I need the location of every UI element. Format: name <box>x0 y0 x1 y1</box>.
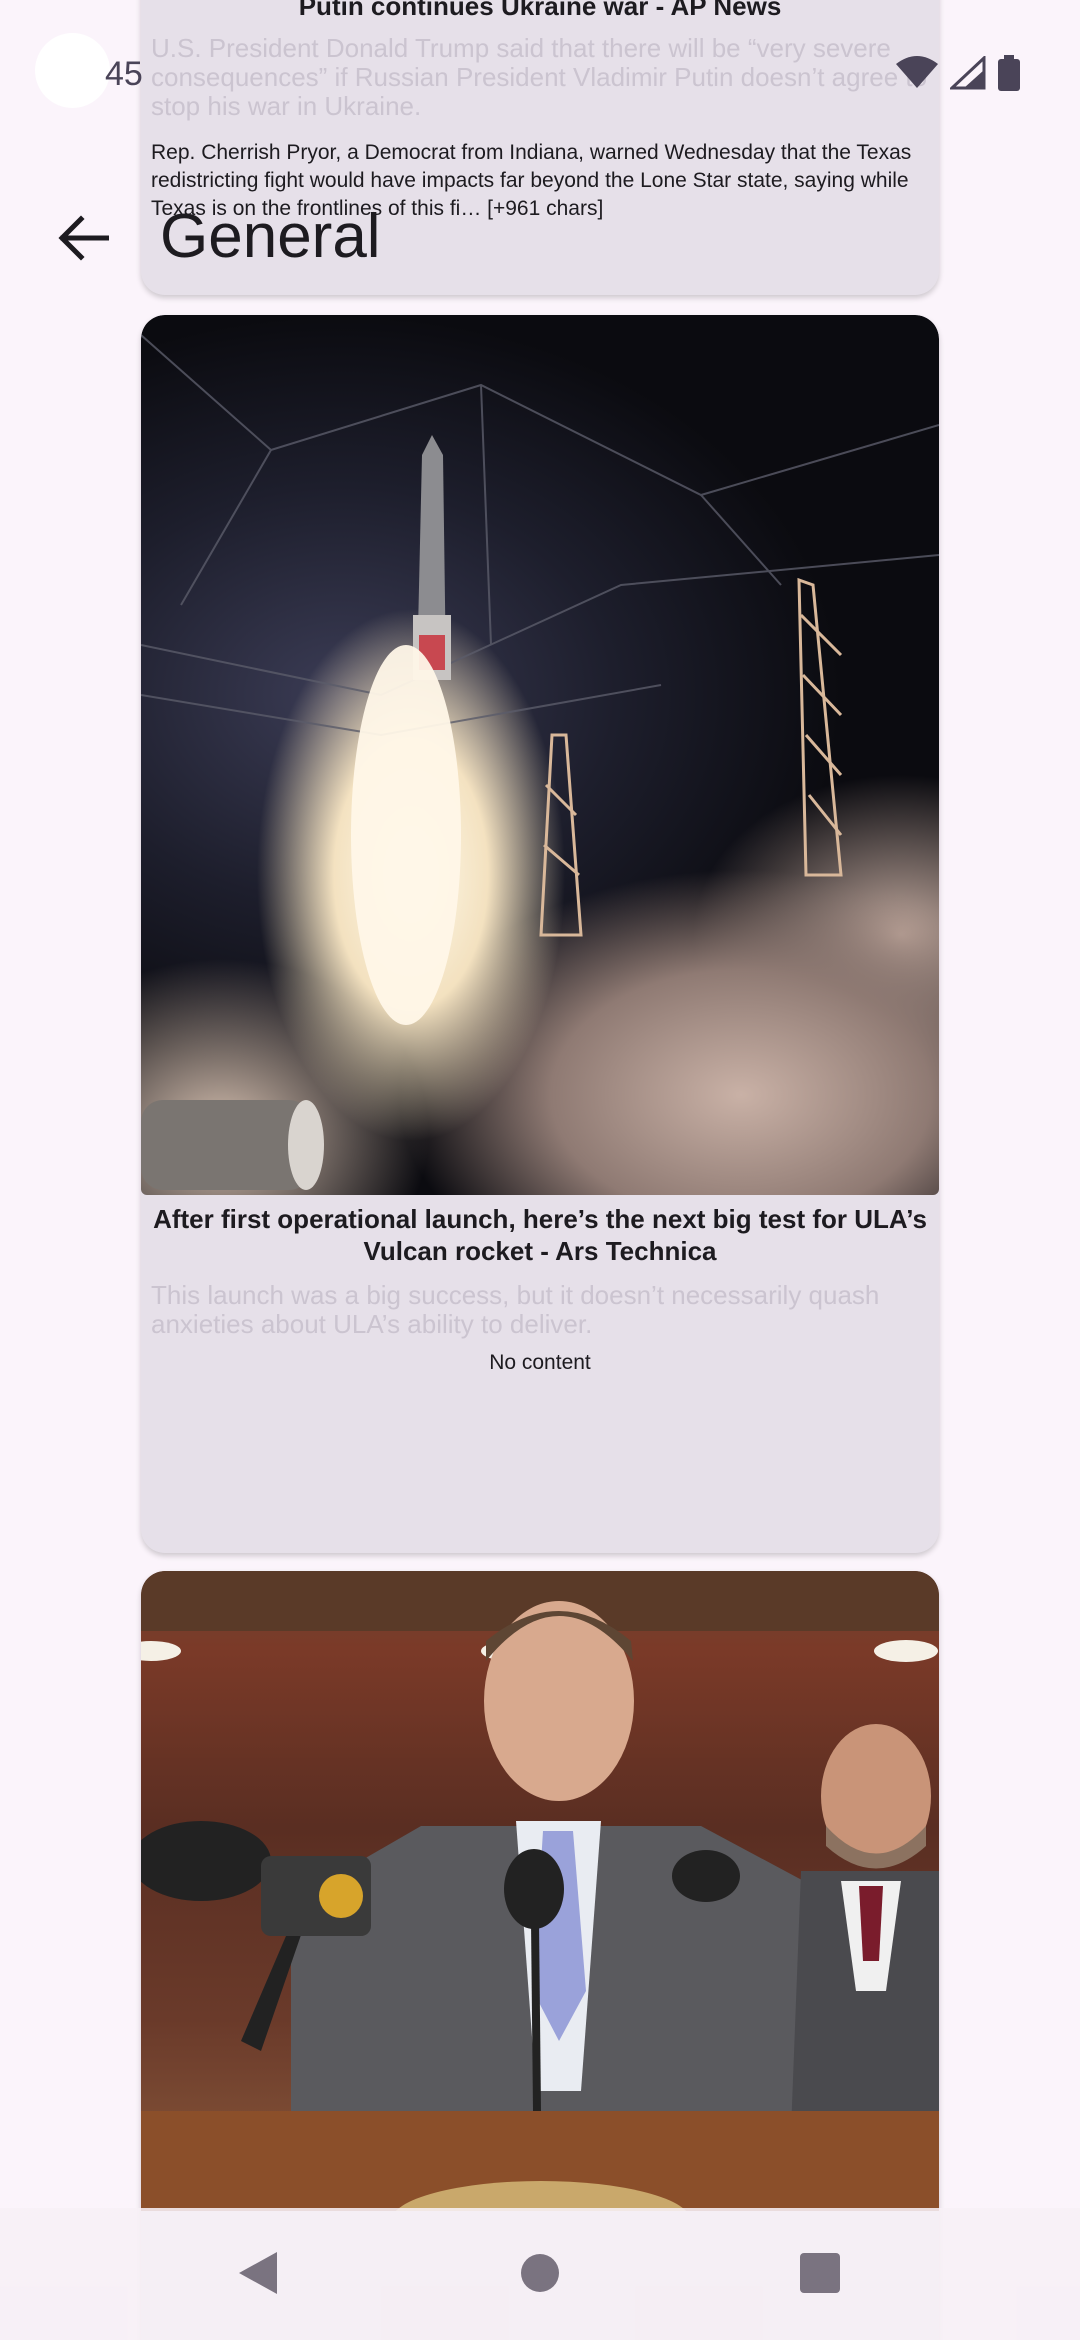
nav-recents-button[interactable] <box>795 2250 845 2300</box>
square-recents-icon <box>799 2252 841 2299</box>
article-content: No content <box>489 1351 591 1374</box>
article-image <box>141 315 939 1195</box>
battery-icon <box>998 55 1020 96</box>
nav-home-button[interactable] <box>515 2250 565 2300</box>
page-title: General <box>160 202 381 271</box>
signal-icon <box>948 54 986 95</box>
circle-home-icon <box>519 2252 561 2299</box>
back-button[interactable] <box>48 205 118 275</box>
wifi-icon <box>896 56 938 95</box>
status-icons <box>896 54 1020 96</box>
article-description: This launch was a big success, but it do… <box>151 1280 880 1339</box>
camera-cutout <box>35 33 110 108</box>
nav-back-button[interactable] <box>233 2250 283 2300</box>
screen: Putin continues Ukraine war - AP News U.… <box>0 0 1080 2340</box>
article-image <box>141 1571 939 2211</box>
article-title: After first operational launch, here’s t… <box>153 1204 927 1266</box>
status-bar: 45 <box>0 0 1080 150</box>
triangle-back-icon <box>237 2250 279 2301</box>
article-card[interactable]: After first operational launch, here’s t… <box>141 315 939 1553</box>
navigation-bar <box>0 2208 1080 2340</box>
arrow-back-icon <box>57 214 110 266</box>
status-time: 45 <box>105 55 143 93</box>
